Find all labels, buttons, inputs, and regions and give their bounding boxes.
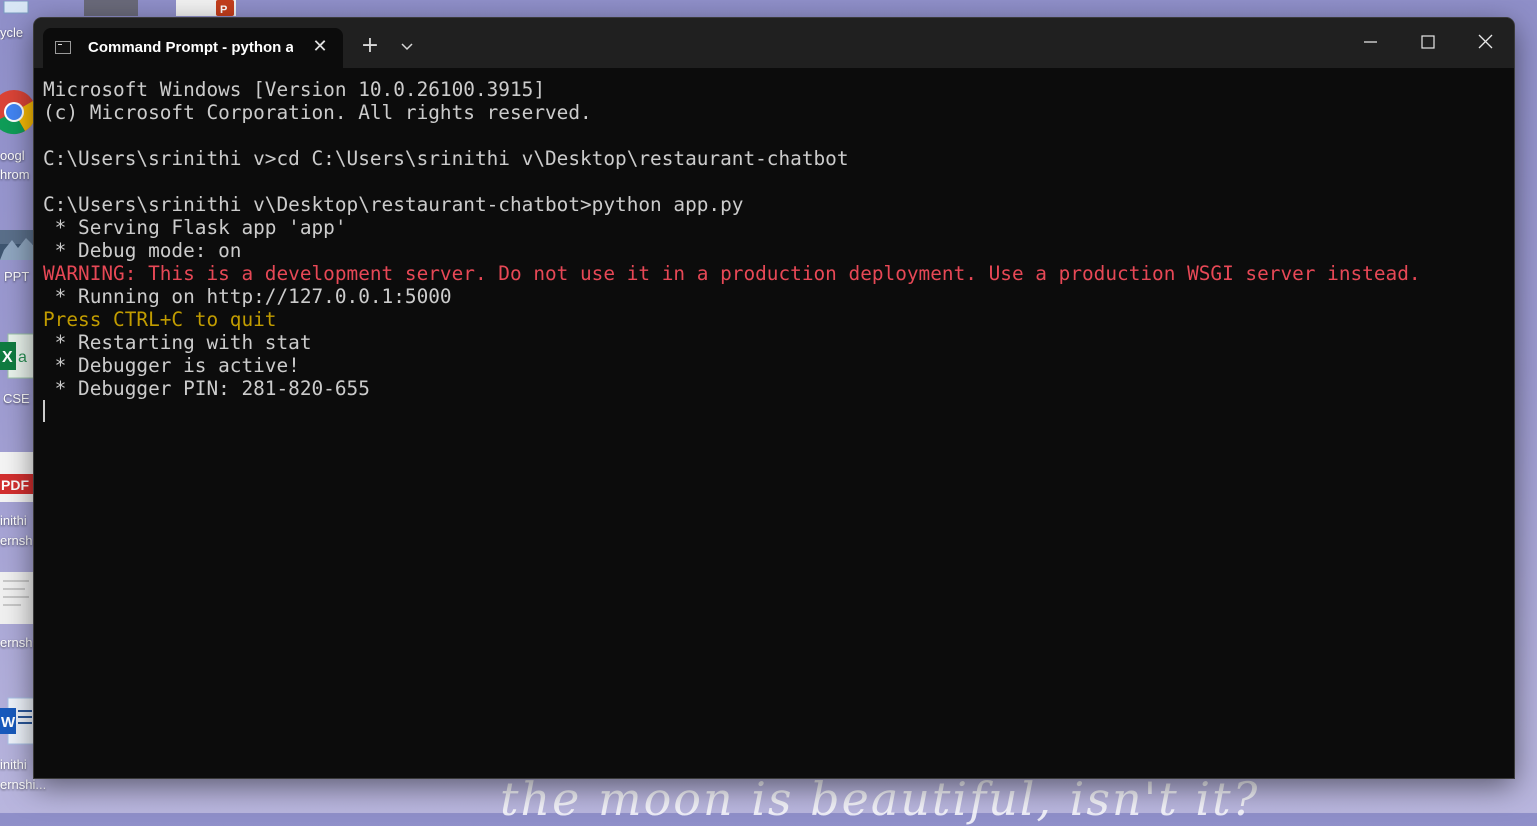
maximize-icon <box>1421 35 1435 49</box>
svg-text:a: a <box>18 349 27 366</box>
excel-icon[interactable]: Xa <box>0 330 35 382</box>
terminal-line: Press CTRL+C to quit <box>43 308 277 331</box>
terminal-window: Command Prompt - python a ✕ + Microsoft … <box>34 18 1514 778</box>
terminal-line: * Debugger is active! <box>43 354 300 377</box>
terminal-output[interactable]: Microsoft Windows [Version 10.0.26100.39… <box>34 68 1514 778</box>
terminal-icon <box>55 41 71 54</box>
close-icon <box>1478 34 1493 49</box>
terminal-line: * Debug mode: on <box>43 239 242 262</box>
terminal-line: C:\Users\srinithi v>cd C:\Users\srinithi… <box>43 147 849 170</box>
close-button[interactable] <box>1462 24 1508 60</box>
minimize-icon <box>1364 41 1377 43</box>
text-cursor <box>43 400 45 422</box>
tab-close-icon[interactable]: ✕ <box>309 36 331 58</box>
ppt-folder-icon[interactable] <box>0 230 34 260</box>
wallpaper-text: the moon is beautiful, isn't it? <box>500 772 1260 826</box>
tab-command-prompt[interactable]: Command Prompt - python a ✕ <box>43 28 343 68</box>
terminal-line: * Restarting with stat <box>43 331 312 354</box>
terminal-line: * Running on http://127.0.0.1:5000 <box>43 285 452 308</box>
svg-text:W: W <box>1 714 16 731</box>
terminal-prompt-line[interactable] <box>43 400 1514 423</box>
maximize-button[interactable] <box>1404 24 1450 60</box>
svg-text:X: X <box>2 349 13 366</box>
new-tab-button[interactable]: + <box>355 32 385 60</box>
desktop-thumbnail-image[interactable] <box>84 0 138 16</box>
pdf-icon[interactable]: PDF <box>0 450 34 504</box>
word-icon[interactable]: W <box>0 696 35 748</box>
chrome-icon[interactable] <box>0 84 36 140</box>
minimize-button[interactable] <box>1347 24 1393 60</box>
terminal-line: WARNING: This is a development server. D… <box>43 262 1421 285</box>
chevron-down-icon <box>401 43 413 51</box>
tab-dropdown-button[interactable] <box>392 32 422 60</box>
terminal-line: * Debugger PIN: 281-820-655 <box>43 377 370 400</box>
recycle-bin-icon[interactable] <box>0 0 34 14</box>
title-bar[interactable]: Command Prompt - python a ✕ + <box>34 18 1514 68</box>
terminal-line: (c) Microsoft Corporation. All rights re… <box>43 101 592 124</box>
svg-text:PDF: PDF <box>1 477 29 493</box>
desktop-label-word-2: ernshi... <box>0 777 47 792</box>
terminal-line: C:\Users\srinithi v\Desktop\restaurant-c… <box>43 193 744 216</box>
document-thumbnail-icon[interactable] <box>0 572 34 624</box>
terminal-line: * Serving Flask app 'app' <box>43 216 347 239</box>
terminal-line: Microsoft Windows [Version 10.0.26100.39… <box>43 78 545 101</box>
svg-text:P: P <box>220 4 227 16</box>
powerpoint-thumbnail-icon[interactable]: P <box>176 0 236 16</box>
tab-title: Command Prompt - python a <box>88 39 293 56</box>
